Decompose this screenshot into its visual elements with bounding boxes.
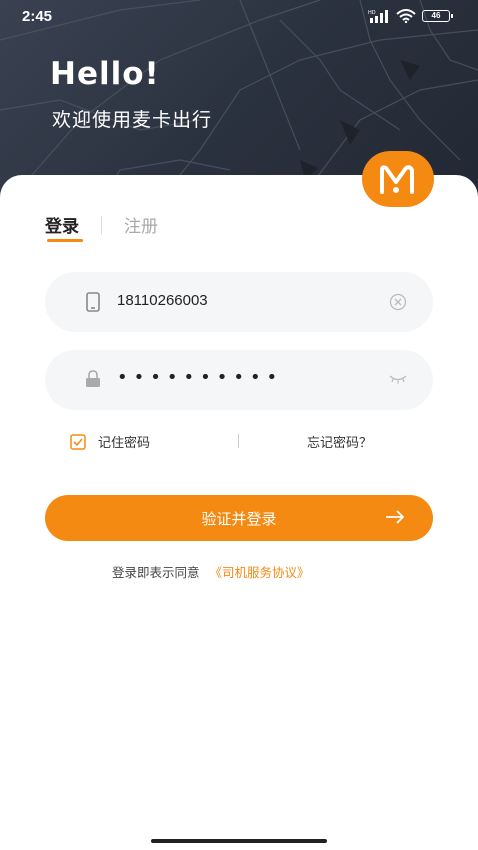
tab-active-indicator — [47, 239, 83, 242]
password-field[interactable]: •••••••••• — [45, 350, 433, 410]
battery-icon: 46 — [422, 10, 453, 22]
tab-divider — [101, 215, 102, 234]
phone-icon — [86, 292, 100, 312]
hero-subtitle: 欢迎使用麦卡出行 — [52, 109, 213, 131]
remember-password-toggle[interactable]: 记住密码 — [70, 432, 150, 451]
arrow-right-icon — [386, 510, 405, 524]
cellular-signal-icon: HD — [368, 10, 388, 23]
tab-login[interactable]: 登录 — [45, 212, 83, 242]
tab-register[interactable]: 注册 — [124, 212, 158, 237]
tab-login-label: 登录 — [45, 217, 79, 237]
wifi-icon — [396, 9, 416, 23]
eye-closed-icon[interactable] — [389, 371, 407, 385]
lock-icon — [86, 370, 100, 387]
driver-service-agreement-link[interactable]: 《司机服务协议》 — [210, 565, 310, 580]
hero-title: Hello! — [50, 56, 160, 92]
m-logo-glyph-icon — [380, 165, 414, 194]
status-bar: 2:45 HD 46 — [0, 0, 478, 34]
agreement-prefix: 登录即表示同意 — [112, 565, 200, 580]
phone-input-value[interactable]: 18110266003 — [117, 292, 208, 309]
auth-tabs: 登录 注册 — [45, 212, 158, 242]
status-time: 2:45 — [22, 8, 53, 25]
m-brand-logo-icon — [362, 151, 434, 207]
checkbox-checked-icon[interactable] — [70, 433, 86, 450]
remember-password-label: 记住密码 — [98, 436, 151, 451]
options-divider — [238, 434, 239, 448]
password-input-value[interactable]: •••••••••• — [117, 367, 283, 388]
phone-field[interactable]: 18110266003 — [45, 272, 433, 332]
forgot-password-link[interactable]: 忘记密码？ — [307, 432, 372, 451]
verify-login-button[interactable]: 验证并登录 — [45, 495, 433, 541]
verify-login-label: 验证并登录 — [201, 510, 277, 528]
clear-input-icon[interactable] — [389, 293, 407, 311]
agreement-text: 登录即表示同意 《司机服务协议》 — [112, 562, 310, 581]
home-indicator[interactable] — [151, 839, 327, 843]
svg-text:HD: HD — [368, 10, 376, 16]
status-icons: HD 46 — [368, 9, 453, 23]
